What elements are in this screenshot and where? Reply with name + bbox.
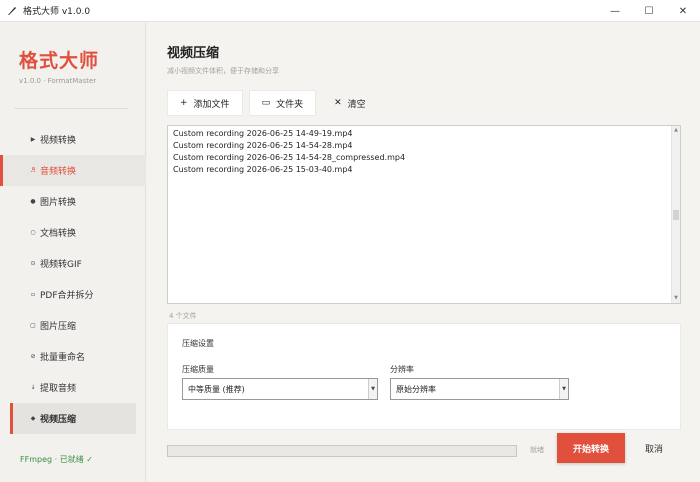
scroll-thumb[interactable] xyxy=(673,210,679,220)
add-files-label: 添加文件 xyxy=(193,99,230,110)
sidebar-item-label: 图片压缩 xyxy=(40,322,77,332)
sidebar-item-video-convert[interactable]: ▶ 视频转换 xyxy=(0,124,146,155)
version-text: v1.0.0 · FormatMaster xyxy=(19,77,97,85)
sidebar-item-label: 视频转GIF xyxy=(40,260,82,270)
title-bar: 格式大师 v1.0.0 — ☐ ✕ xyxy=(0,0,700,22)
resolution-value: 原始分辨率 xyxy=(396,384,436,394)
circle-icon: ○ xyxy=(30,229,36,236)
scroll-up-icon[interactable]: ▲ xyxy=(672,126,680,135)
square-icon: ▫ xyxy=(30,291,36,298)
window-title: 格式大师 v1.0.0 xyxy=(23,7,91,17)
sidebar-divider xyxy=(14,108,128,109)
sidebar-item-label: 音频转换 xyxy=(40,167,77,177)
sidebar-item-batch-rename[interactable]: ⊘ 批量重命名 xyxy=(0,341,146,372)
sidebar-item-image-convert[interactable]: ● 图片转换 xyxy=(0,186,146,217)
diamond-icon: ◆ xyxy=(30,415,36,422)
file-list-scrollbar[interactable]: ▲ ▼ xyxy=(671,126,680,303)
download-arrow-icon: ↓ xyxy=(30,384,36,391)
list-item[interactable]: Custom recording 2026-06-25 14-54-28.mp4 xyxy=(173,140,675,152)
sidebar-item-video-to-gif[interactable]: ⊙ 视频转GIF xyxy=(0,248,146,279)
image-icon: ▢ xyxy=(30,322,36,329)
file-count: 4 个文件 xyxy=(169,312,197,320)
list-item[interactable]: Custom recording 2026-06-25 14-49-19.mp4 xyxy=(173,128,675,140)
resolution-label: 分辨率 xyxy=(390,365,414,374)
add-folder-label: 文件夹 xyxy=(276,99,304,110)
sidebar-item-label: 视频转换 xyxy=(40,136,77,146)
maximize-button[interactable]: ☐ xyxy=(632,0,666,22)
file-list[interactable]: Custom recording 2026-06-25 14-49-19.mp4… xyxy=(167,125,681,304)
brand-logo: 格式大师 xyxy=(19,50,100,72)
plus-icon: + xyxy=(180,98,188,108)
start-convert-button[interactable]: 开始转换 xyxy=(557,433,625,463)
sidebar-item-pdf-merge-split[interactable]: ▫ PDF合并拆分 xyxy=(0,279,146,310)
ffmpeg-status: FFmpeg · 已就绪 ✓ xyxy=(20,455,93,464)
resolution-select[interactable]: 原始分辨率 ▼ xyxy=(390,378,569,400)
play-icon: ▶ xyxy=(30,136,36,143)
rename-icon: ⊘ xyxy=(30,353,36,360)
list-item[interactable]: Custom recording 2026-06-25 14-54-28_com… xyxy=(173,152,675,164)
sidebar-item-label: PDF合并拆分 xyxy=(40,291,94,301)
folder-icon: ▭ xyxy=(261,98,271,108)
sidebar-item-image-compress[interactable]: ▢ 图片压缩 xyxy=(0,310,146,341)
close-icon: ✕ xyxy=(334,98,342,108)
music-icon: ♬ xyxy=(30,167,36,174)
app-icon xyxy=(8,6,16,15)
cancel-button[interactable]: 取消 xyxy=(637,433,671,463)
progress-bar xyxy=(167,445,517,457)
scroll-down-icon[interactable]: ▼ xyxy=(672,294,680,303)
quality-label: 压缩质量 xyxy=(182,365,214,374)
compress-settings-panel: 压缩设置 压缩质量 中等质量 (推荐) ▼ 分辨率 原始分辨率 ▼ xyxy=(167,323,681,430)
sidebar: 格式大师 v1.0.0 · FormatMaster ▶ 视频转换 ♬ 音频转换… xyxy=(0,22,146,482)
chevron-down-icon[interactable]: ▼ xyxy=(559,379,568,399)
sidebar-item-label: 视频压缩 xyxy=(40,415,77,425)
sidebar-item-extract-audio[interactable]: ↓ 提取音频 xyxy=(0,372,146,403)
page-subtitle: 减小视频文件体积，便于存储和分享 xyxy=(167,67,279,75)
main-panel: 视频压缩 减小视频文件体积，便于存储和分享 + 添加文件 ▭ 文件夹 ✕ 清空 … xyxy=(147,22,700,482)
dot-icon: ● xyxy=(30,198,36,205)
settings-title: 压缩设置 xyxy=(182,339,214,348)
toolbar: + 添加文件 ▭ 文件夹 ✕ 清空 xyxy=(167,90,378,116)
close-button[interactable]: ✕ xyxy=(666,0,700,22)
add-files-button[interactable]: + 添加文件 xyxy=(167,90,243,116)
page-title: 视频压缩 xyxy=(167,46,220,61)
clear-button[interactable]: ✕ 清空 xyxy=(322,90,378,116)
quality-value: 中等质量 (推荐) xyxy=(188,384,245,394)
ready-status: 就绪 xyxy=(530,446,544,454)
target-icon: ⊙ xyxy=(30,260,36,267)
add-folder-button[interactable]: ▭ 文件夹 xyxy=(248,90,317,116)
sidebar-item-label: 批量重命名 xyxy=(40,353,86,363)
list-item[interactable]: Custom recording 2026-06-25 15-03-40.mp4 xyxy=(173,164,675,176)
sidebar-item-audio-convert[interactable]: ♬ 音频转换 xyxy=(0,155,146,186)
minimize-button[interactable]: — xyxy=(598,0,632,22)
sidebar-item-label: 文档转换 xyxy=(40,229,77,239)
sidebar-item-label: 图片转换 xyxy=(40,198,77,208)
sidebar-nav: ▶ 视频转换 ♬ 音频转换 ● 图片转换 ○ 文档转换 ⊙ 视频转GIF ▫ P… xyxy=(0,124,146,434)
sidebar-item-video-compress[interactable]: ◆ 视频压缩 xyxy=(10,403,136,434)
quality-select[interactable]: 中等质量 (推荐) ▼ xyxy=(182,378,378,400)
action-footer: 就绪 开始转换 取消 xyxy=(167,433,687,463)
sidebar-item-document-convert[interactable]: ○ 文档转换 xyxy=(0,217,146,248)
chevron-down-icon[interactable]: ▼ xyxy=(368,379,377,399)
clear-label: 清空 xyxy=(347,99,366,110)
sidebar-item-label: 提取音频 xyxy=(40,384,77,394)
